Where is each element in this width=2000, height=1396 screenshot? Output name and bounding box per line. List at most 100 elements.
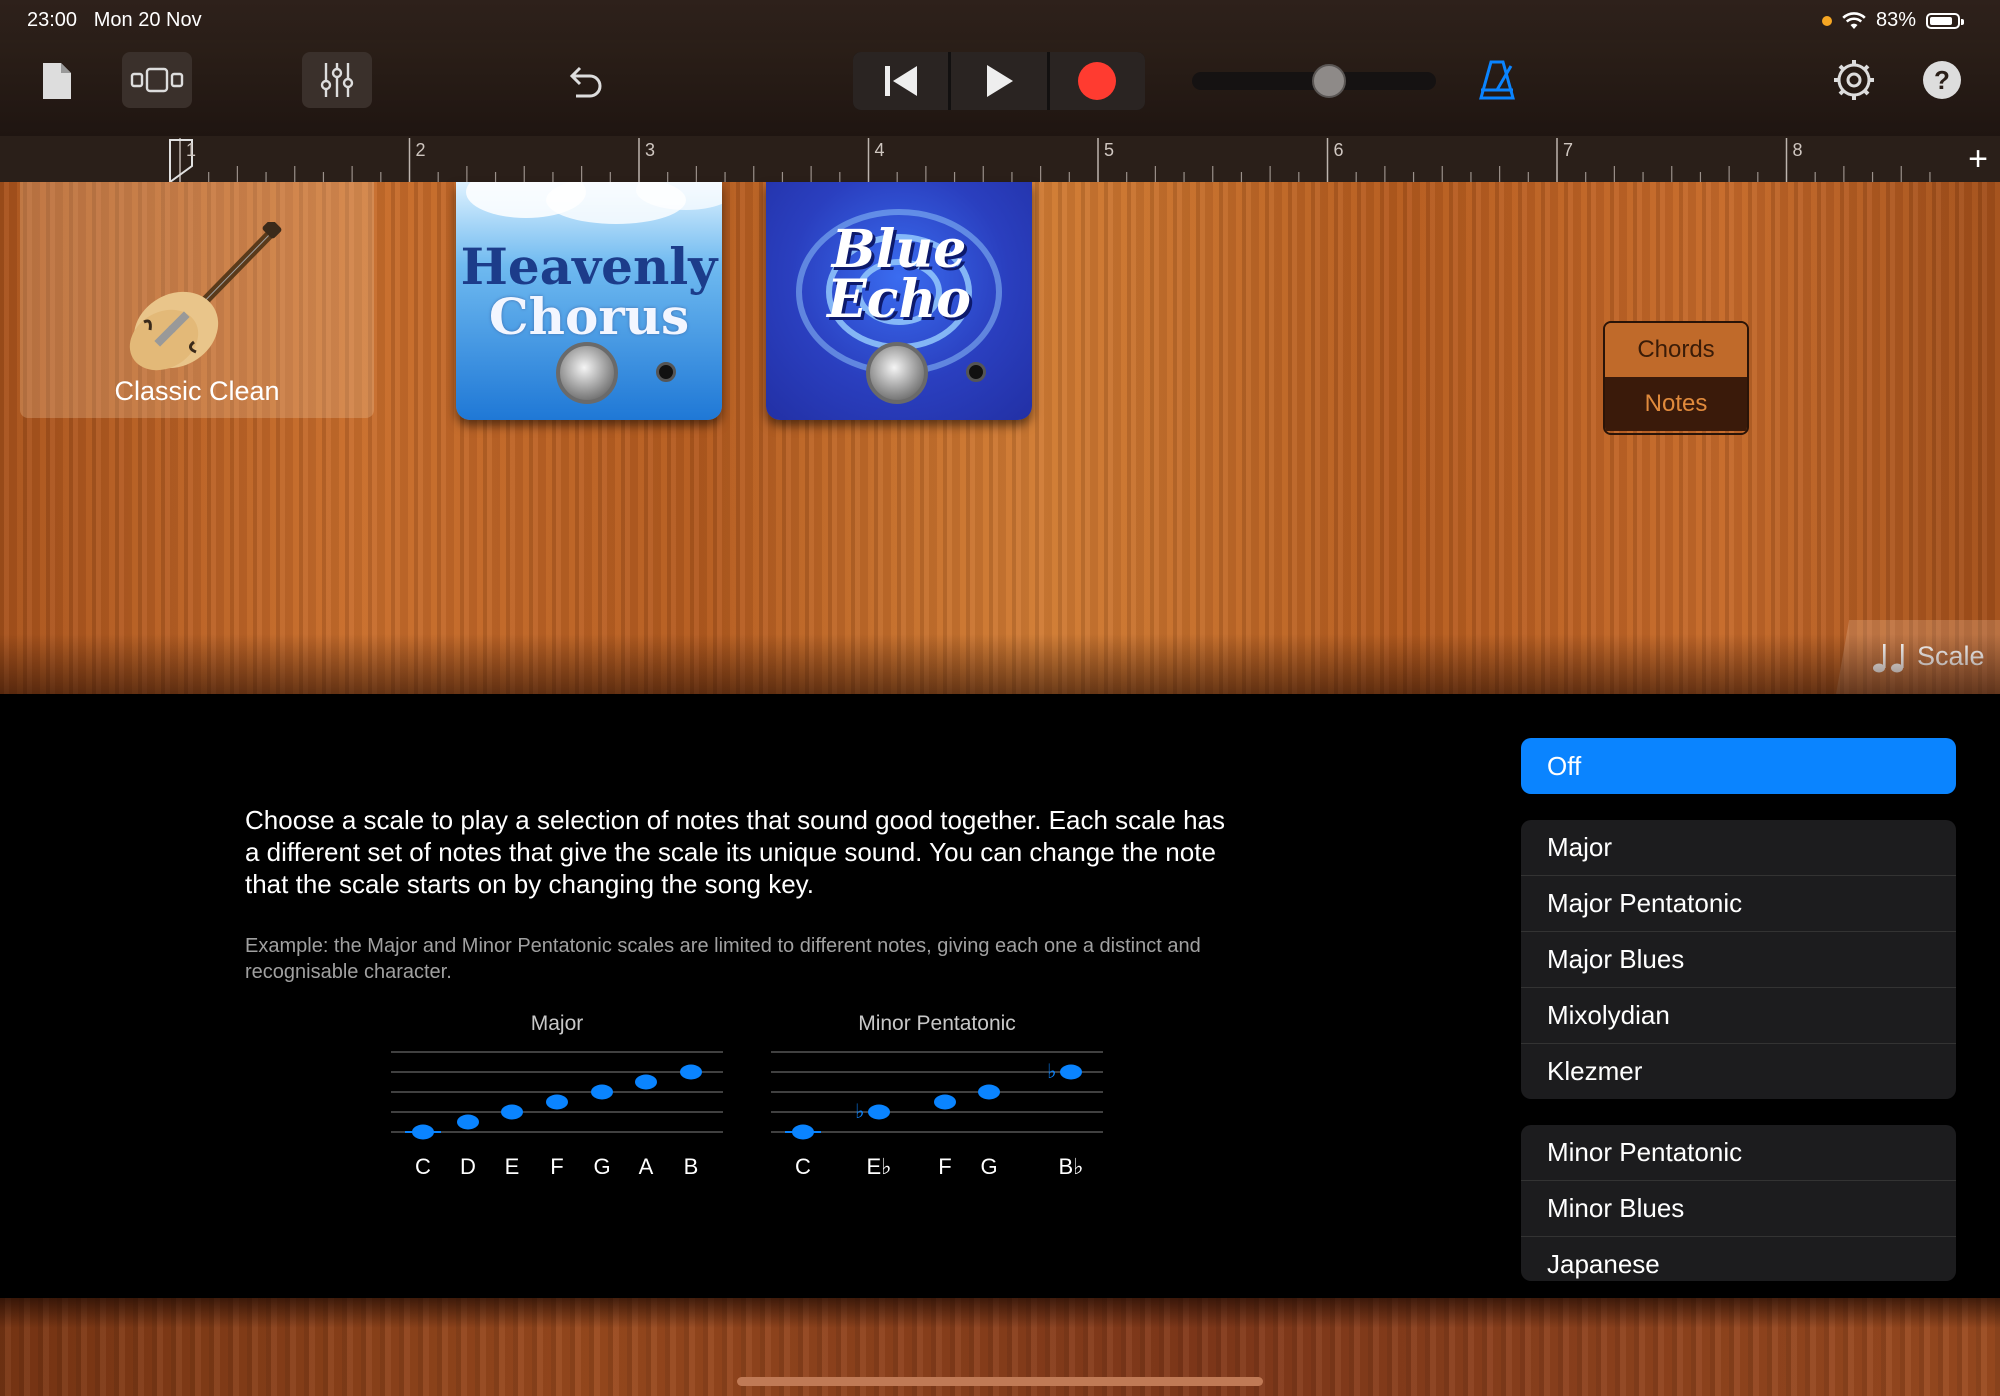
led-icon	[966, 362, 986, 382]
pedal-name-line2: Echo	[827, 269, 971, 330]
pedal-name-line1: Heavenly	[460, 237, 718, 296]
scale-option[interactable]: Major Pentatonic	[1521, 876, 1956, 932]
note-label: A	[638, 1154, 654, 1179]
staff-title: Major	[530, 1012, 584, 1035]
scale-button[interactable]: Scale	[1836, 620, 2000, 694]
staff-notation: ♭♭	[771, 1051, 1103, 1140]
note-label: E	[504, 1154, 520, 1179]
scale-list: Off Major Major Pentatonic Major Blues M…	[1521, 738, 1956, 1281]
note-head	[934, 1094, 956, 1110]
chords-mode-button[interactable]: Chords	[1605, 323, 1747, 377]
amp-name: Classic Clean	[114, 376, 280, 406]
staff-title: Minor Pentatonic	[858, 1012, 1016, 1035]
bar-number: 4	[874, 140, 885, 160]
note-label: E♭	[866, 1154, 892, 1179]
tracks-view-icon	[130, 67, 184, 93]
bar-number: 6	[1333, 140, 1344, 160]
note-label: G	[980, 1154, 998, 1179]
scale-option[interactable]: Mixolydian	[1521, 988, 1956, 1044]
scale-option[interactable]: Major	[1521, 820, 1956, 876]
svg-text:?: ?	[1934, 65, 1950, 95]
record-button[interactable]	[1049, 52, 1145, 110]
undo-icon	[569, 66, 602, 98]
play-button[interactable]	[951, 52, 1047, 110]
timeline-ruler[interactable]: 1 2 3 4 5 6 7 8 +	[0, 136, 2000, 182]
note-head	[457, 1114, 479, 1130]
home-indicator[interactable]	[737, 1377, 1263, 1386]
metronome-button[interactable]	[1474, 54, 1520, 106]
note-head	[412, 1124, 434, 1140]
scale-option[interactable]: Minor Pentatonic	[1521, 1125, 1956, 1181]
note-label: C	[795, 1154, 811, 1179]
battery-icon	[1926, 12, 1964, 29]
rewind-button[interactable]	[853, 52, 949, 110]
note-head	[680, 1064, 702, 1080]
bar-number: 8	[1792, 140, 1803, 160]
note-head	[1060, 1064, 1082, 1080]
flat-sign: ♭	[1047, 1059, 1056, 1083]
settings-button[interactable]	[1832, 56, 1876, 104]
scale-example: Example: the Major and Minor Pentatonic …	[245, 935, 1201, 983]
bar-number: 3	[645, 140, 656, 160]
led-icon	[656, 362, 676, 382]
privacy-indicator	[1821, 15, 1832, 26]
note-head	[868, 1104, 890, 1120]
major-staff: Major C D E F G A B	[391, 1012, 723, 1179]
scale-option[interactable]: Minor Blues	[1521, 1181, 1956, 1237]
note-head	[591, 1084, 613, 1100]
note-head	[546, 1094, 568, 1110]
note-label: C	[415, 1154, 431, 1179]
add-section-button[interactable]: +	[1968, 142, 1988, 176]
bar-number: 5	[1104, 140, 1115, 160]
undo-button[interactable]	[558, 58, 610, 104]
status-bar: 23:00 Mon 20 Nov 83%	[0, 0, 2000, 40]
master-volume-slider[interactable]	[1192, 64, 1436, 98]
help-button[interactable]: ?	[1920, 58, 1964, 102]
toolbar: ?	[0, 40, 2000, 136]
scale-option[interactable]: Japanese	[1521, 1237, 1956, 1281]
sliders-icon	[320, 63, 354, 97]
bar-number: 7	[1563, 140, 1574, 160]
gear-icon	[1834, 60, 1874, 100]
scale-option[interactable]: Klezmer	[1521, 1044, 1956, 1099]
note-label: D	[460, 1154, 476, 1179]
note-head	[635, 1074, 657, 1090]
music-notes-icon	[1873, 644, 1904, 673]
minor-pentatonic-staff: Minor Pentatonic ♭ ♭ C E♭ F G B♭	[771, 1012, 1103, 1179]
my-songs-button[interactable]	[38, 58, 76, 104]
play-icon	[986, 65, 1013, 97]
heavenly-chorus-pedal[interactable]: Heavenly Chorus	[456, 182, 722, 420]
note-head	[978, 1084, 1000, 1100]
flat-sign: ♭	[855, 1099, 864, 1123]
metronome-icon	[1479, 60, 1515, 100]
document-icon	[43, 63, 71, 99]
scale-group-minor: Minor Pentatonic Minor Blues Japanese	[1521, 1125, 1956, 1281]
bar-number: 2	[415, 140, 426, 160]
amp-selector[interactable]: Classic Clean	[20, 182, 374, 418]
note-label: F	[938, 1154, 952, 1179]
mixer-button[interactable]	[302, 52, 372, 108]
status-time: 23:00 Mon 20 Nov	[27, 9, 202, 31]
instrument-stage: Classic Clean Heavenly Chorus Blue Echo …	[0, 182, 2000, 694]
bar-number: 1	[186, 140, 197, 160]
volume-knob[interactable]	[1311, 64, 1346, 98]
scale-button-label: Scale	[1917, 641, 1985, 671]
scale-description: Choose a scale to play a selection of no…	[245, 805, 1225, 899]
skip-back-icon	[884, 66, 917, 96]
question-icon: ?	[1923, 61, 1961, 99]
scale-option[interactable]: Major Blues	[1521, 932, 1956, 988]
transport-controls	[853, 52, 1145, 110]
blue-echo-pedal[interactable]: Blue Echo	[766, 182, 1032, 420]
chords-notes-toggle: Chords Notes	[1603, 321, 1749, 435]
scale-group-major: Major Major Pentatonic Major Blues Mixol…	[1521, 820, 1956, 1099]
scale-panel: Choose a scale to play a selection of no…	[0, 694, 2000, 1298]
scale-option-off[interactable]: Off	[1521, 738, 1956, 794]
notes-mode-button[interactable]: Notes	[1605, 377, 1747, 431]
note-label: B	[683, 1154, 699, 1179]
status-indicators: 83%	[1821, 9, 1964, 32]
footswitch-icon[interactable]	[556, 342, 618, 404]
record-icon	[1078, 62, 1117, 100]
status-date: Mon 20 Nov	[93, 9, 202, 31]
view-toggle-button[interactable]	[122, 52, 192, 108]
footswitch-icon[interactable]	[866, 342, 928, 404]
